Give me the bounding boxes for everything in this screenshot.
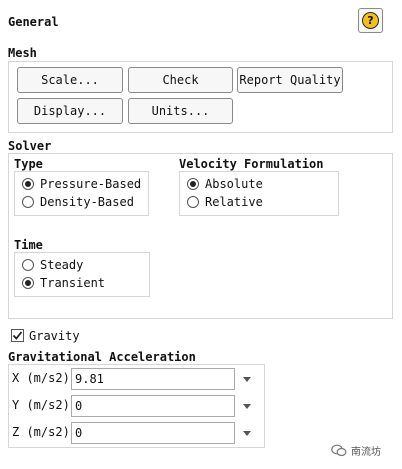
gravitational-acceleration-label: Gravitational Acceleration bbox=[8, 350, 196, 364]
mesh-label: Mesh bbox=[8, 46, 37, 60]
check-button[interactable]: Check bbox=[128, 67, 233, 93]
radio-relative[interactable]: Relative bbox=[187, 194, 263, 210]
y-accel-label: Y (m/s2) bbox=[12, 398, 70, 412]
chat-bubble-icon bbox=[331, 444, 347, 457]
radio-label: Pressure-Based bbox=[40, 177, 142, 191]
scale-button[interactable]: Scale... bbox=[17, 67, 123, 93]
velocity-formulation-label: Velocity Formulation bbox=[179, 157, 324, 171]
radio-button-checked[interactable] bbox=[22, 178, 34, 190]
radio-pressure-based[interactable]: Pressure-Based bbox=[22, 176, 141, 192]
report-quality-button[interactable]: Report Quality bbox=[237, 67, 343, 93]
help-button[interactable]: ? bbox=[358, 8, 383, 33]
x-accel-label: X (m/s2) bbox=[12, 371, 70, 385]
solver-label: Solver bbox=[8, 139, 52, 153]
watermark: 南流坊 bbox=[331, 443, 381, 458]
y-accel-dropdown-icon[interactable] bbox=[243, 404, 251, 409]
y-accel-input[interactable]: 0 bbox=[71, 395, 235, 417]
gravity-checkbox[interactable] bbox=[11, 329, 24, 342]
time-label: Time bbox=[14, 238, 43, 252]
radio-absolute[interactable]: Absolute bbox=[187, 176, 263, 192]
radio-steady[interactable]: Steady bbox=[22, 257, 83, 273]
z-accel-label: Z (m/s2) bbox=[12, 425, 70, 439]
z-accel-input[interactable]: 0 bbox=[71, 422, 235, 444]
gravity-label: Gravity bbox=[29, 329, 80, 343]
radio-button[interactable] bbox=[22, 259, 34, 271]
radio-label: Relative bbox=[205, 195, 263, 209]
radio-transient[interactable]: Transient bbox=[22, 275, 105, 291]
radio-density-based[interactable]: Density-Based bbox=[22, 194, 134, 210]
radio-label: Density-Based bbox=[40, 195, 134, 209]
watermark-text: 南流坊 bbox=[351, 447, 381, 458]
radio-label: Absolute bbox=[205, 177, 263, 191]
help-icon: ? bbox=[362, 12, 379, 29]
display-button[interactable]: Display... bbox=[17, 98, 123, 124]
radio-button[interactable] bbox=[187, 196, 199, 208]
radio-label: Steady bbox=[40, 258, 84, 272]
x-accel-dropdown-icon[interactable] bbox=[243, 377, 251, 382]
radio-button[interactable] bbox=[22, 196, 34, 208]
radio-label: Transient bbox=[40, 276, 106, 290]
z-accel-dropdown-icon[interactable] bbox=[243, 431, 251, 436]
panel-title: General bbox=[8, 15, 59, 29]
units-button[interactable]: Units... bbox=[128, 98, 233, 124]
radio-button-checked[interactable] bbox=[22, 277, 34, 289]
x-accel-input[interactable]: 9.81 bbox=[71, 368, 235, 390]
checkmark-icon bbox=[12, 331, 23, 340]
type-label: Type bbox=[14, 157, 43, 171]
radio-button-checked[interactable] bbox=[187, 178, 199, 190]
